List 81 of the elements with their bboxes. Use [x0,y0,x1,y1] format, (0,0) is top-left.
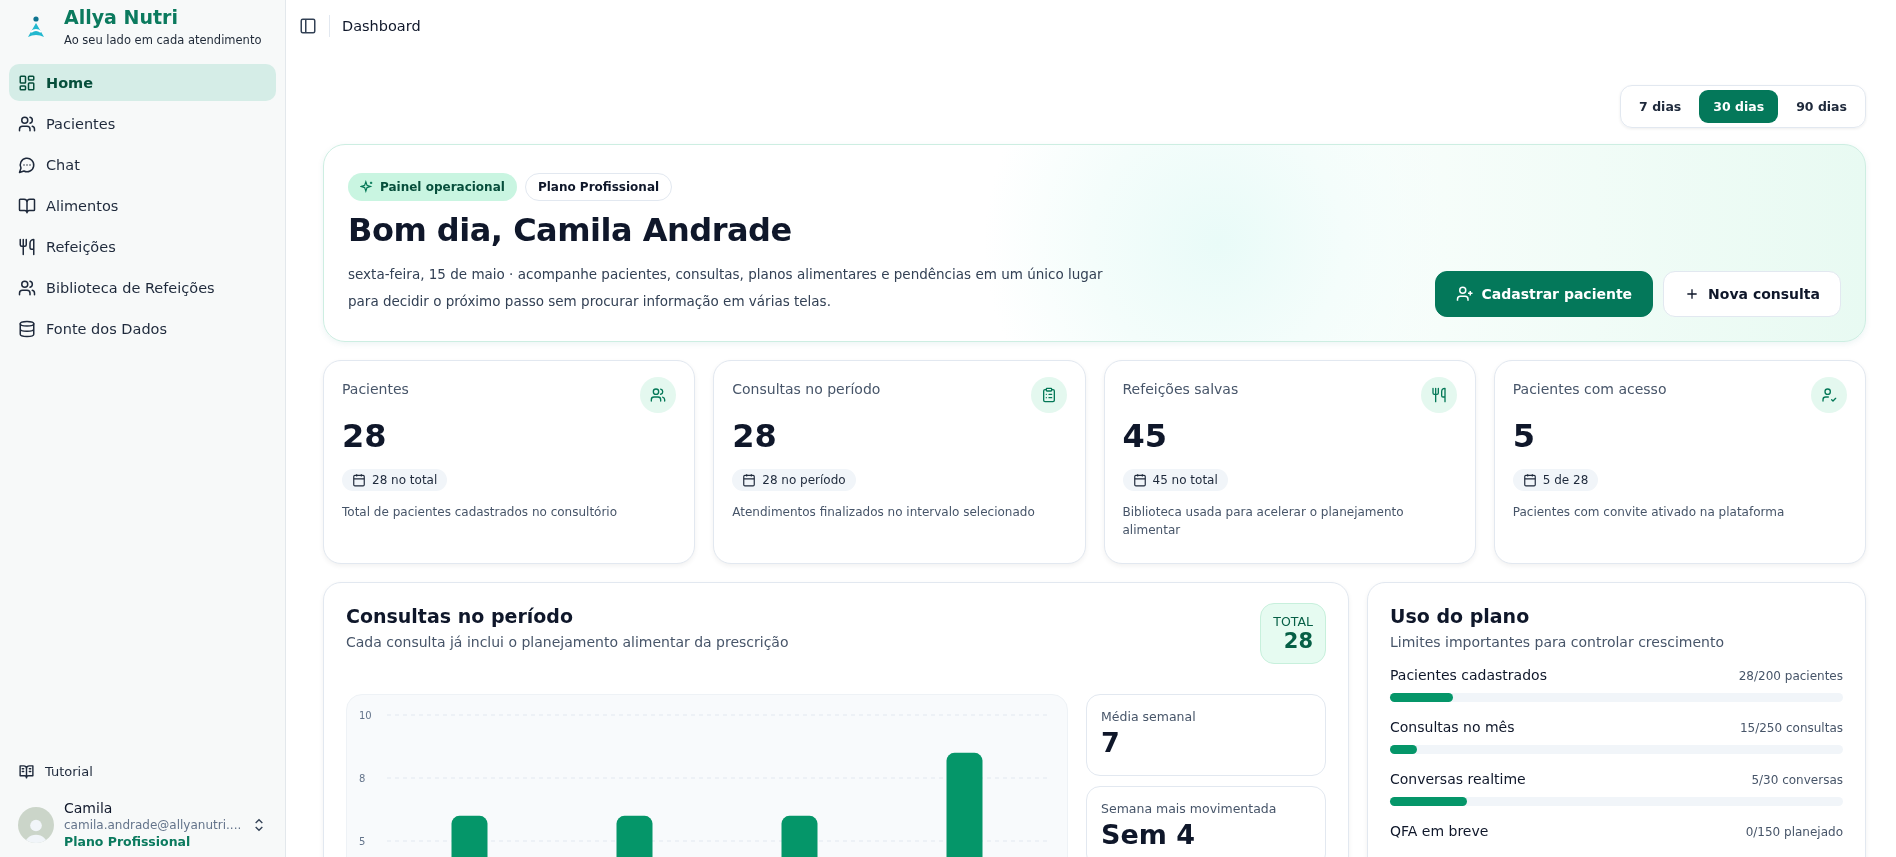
usage-reading: 15/250 consultas [1739,721,1843,735]
summary-value: 7 [1101,727,1121,758]
badge: Plano Profissional [524,173,673,201]
panel-subtitle: Cada consulta já inclui o planejamento alimentar da prescrição [346,634,789,650]
summary-label: Média semanal [1101,709,1197,724]
period-tab[interactable]: 7 dias [1625,90,1696,123]
brand-name: Allya Nutri [64,6,179,28]
calendar-icon [1522,473,1537,487]
period-tab[interactable]: 90 dias [1782,90,1861,123]
stat-chip: 28 no período [732,469,856,491]
stat-description: Total de pacientes cadastrados no consultório [342,504,619,521]
avatar-icon [18,806,54,843]
utensils-icon [1430,387,1447,403]
nav-item[interactable]: Biblioteca de Refeições [9,269,276,306]
chat-bubble-icon [18,155,36,174]
stat-description: Biblioteca usada para acelerar o planejamento alimentar [1122,504,1405,539]
nav-item[interactable]: Chat [9,146,276,183]
nav-item[interactable]: Tutorial [9,753,276,790]
user-email: camila.andrade@allyanutri.... [64,818,242,832]
sparkle-icon [360,180,374,194]
usage-reading: 28/200 pacientes [1738,669,1843,683]
calendar-icon [742,473,757,487]
greeting-heading: Bom dia, Camila Andrade [348,211,793,249]
database-icon [18,319,36,338]
clipboard-icon [1040,387,1057,403]
total-label: TOTAL [1273,614,1313,629]
nav-item[interactable]: Home [9,64,276,101]
utensils-icon [18,237,36,256]
stat-chip: 45 no total [1122,469,1228,491]
panel-title: Uso do plano [1390,605,1531,627]
usage-reading: 0/150 planejado [1745,825,1843,839]
book-icon [18,196,36,215]
users-icon [18,114,36,133]
grid-icon [18,73,36,92]
new-consultation-button[interactable]: Nova consulta [1663,271,1841,317]
stat-title: Refeições salvas [1122,381,1239,397]
nav-item[interactable]: Refeições [9,228,276,265]
nav-item[interactable]: Pacientes [9,105,276,142]
user-plus-icon [1455,285,1474,303]
axis-tick-label: 10 [359,710,372,721]
stat-value: 28 [732,417,778,455]
nav-item[interactable]: Alimentos [9,187,276,224]
user-plan: Plano Profissional [64,834,192,849]
stat-title: Pacientes com acesso [1512,381,1667,397]
users-icon [18,278,36,297]
total-value: 28 [1282,629,1313,653]
user-check-icon [1821,387,1837,403]
page-title: Dashboard [342,18,421,34]
users-icon [650,387,667,403]
summary-label: Semana mais movimentada [1101,801,1278,816]
stat-value: 5 [1512,417,1536,455]
usage-reading: 5/30 conversas [1751,773,1843,787]
usage-label: QFA em breve [1390,823,1489,839]
axis-tick-label: 8 [359,773,366,784]
greeting-description: sexta-feira, 15 de maio · acompanhe pacientes, consultas, planos alimentares e pendências em um único lugar para decidir o próximo passo sem procurar informação em várias telas. [348,265,1104,311]
logo-icon [26,16,46,40]
usage-label: Conversas realtime [1390,771,1526,787]
panel-title: Consultas no período [346,605,574,627]
stat-chip: 5 de 28 [1512,469,1599,491]
stat-title: Pacientes [342,381,409,397]
add-patient-button[interactable]: Cadastrar paciente [1434,271,1654,317]
usage-label: Consultas no mês [1390,719,1515,735]
nav-item[interactable]: Fonte dos Dados [9,310,276,347]
stat-value: 28 [342,417,388,455]
stat-title: Consultas no período [732,381,881,397]
brand-tagline: Ao seu lado em cada atendimento [64,33,262,47]
usage-label: Pacientes cadastrados [1390,667,1547,683]
book-icon [18,763,35,780]
sidebar-toggle-icon[interactable] [299,17,317,35]
user-name: Camila [64,800,114,816]
calendar-icon [352,473,366,487]
calendar-icon [1132,473,1147,487]
badge: Painel operacional [348,173,517,201]
stat-chip: 28 no total [342,469,448,491]
stat-description: Atendimentos finalizados no intervalo selecionado [732,504,1036,521]
panel-subtitle: Limites importantes para controlar crescimento [1390,634,1725,650]
stat-value: 45 [1122,417,1169,455]
period-tab[interactable]: 30 dias [1699,90,1779,123]
stat-description: Pacientes com convite ativado na plataforma [1512,504,1786,521]
axis-tick-label: 5 [359,836,366,847]
summary-value: Sem 4 [1101,819,1197,850]
